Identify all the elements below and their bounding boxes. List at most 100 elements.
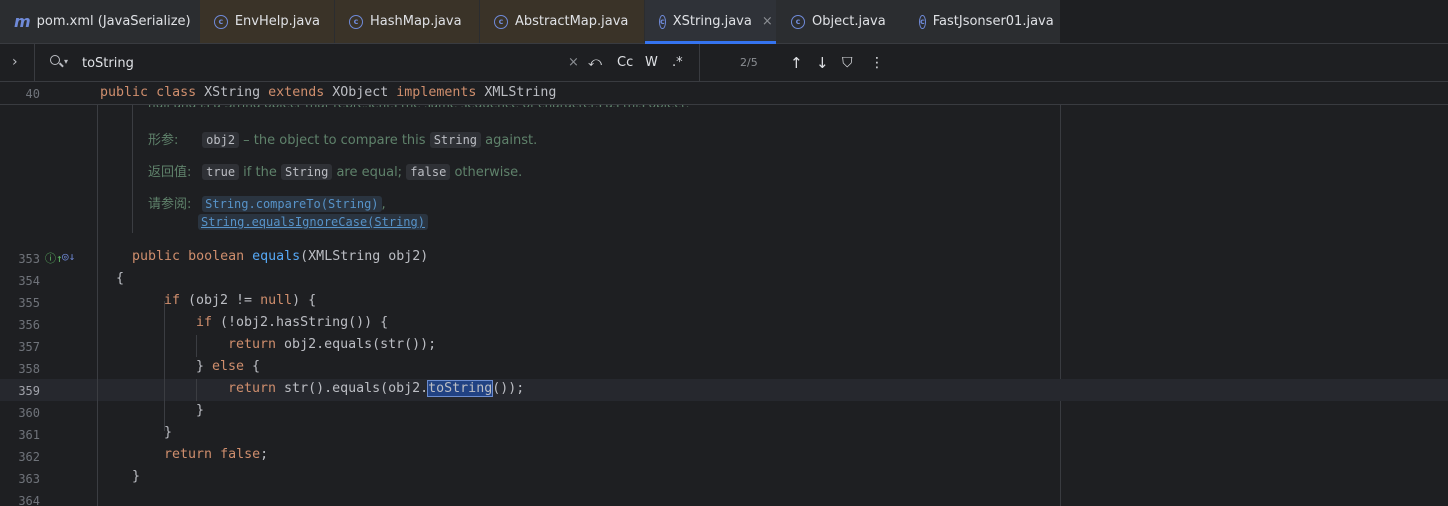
doc-param-desc-end: against. [481, 133, 538, 148]
code-text: (XMLString obj2) [300, 249, 429, 264]
previous-match-icon[interactable]: ↑ [790, 53, 803, 73]
doc-code-chip: false [406, 164, 451, 180]
sticky-scroll-line[interactable]: 40 public class XString extends XObject … [0, 83, 1448, 105]
code-text: { [244, 359, 261, 374]
doc-see-label: 请参阅: [148, 197, 192, 212]
line-number: 357 [18, 340, 40, 354]
tab-label: FastJsonser01.java [932, 14, 1054, 29]
doc-params-row: 形参: obj2 – the object to compare this St… [148, 129, 537, 148]
code-text: obj2.equals(str()); [276, 337, 437, 352]
doc-code-chip: String [429, 132, 482, 148]
keyword: class [156, 85, 197, 100]
divider [699, 44, 700, 82]
code-line: } [196, 403, 205, 418]
code-text: ; [260, 447, 269, 462]
keyword: return [164, 447, 213, 462]
doc-see-row: 请参阅: String.compareTo(String), [148, 193, 386, 212]
next-match-icon[interactable]: ↓ [816, 53, 829, 73]
class-name: XObject [332, 85, 389, 100]
line-number: 40 [25, 87, 40, 101]
tab-xstring[interactable]: c XString.java × [645, 0, 777, 44]
regex-button[interactable]: .* [672, 53, 683, 73]
tab-label: EnvHelp.java [234, 14, 320, 29]
doc-see-link[interactable]: String.compareTo(String) [202, 196, 382, 212]
class-c-icon: c [494, 14, 508, 29]
code-line: } [132, 469, 141, 484]
tab-label: pom.xml (JavaSerialize) [36, 14, 191, 29]
close-icon[interactable]: × [762, 14, 773, 29]
match-case-button[interactable]: Cc [617, 53, 633, 73]
keyword: return [228, 381, 277, 396]
keyword: boolean [188, 249, 245, 264]
code-line: if (obj2 != null) { [164, 293, 316, 308]
search-history-icon[interactable]: ⤺ [588, 53, 602, 73]
code-editor[interactable]: null and is a String object that represe… [0, 83, 1448, 506]
line-number: 363 [18, 472, 40, 486]
indent-guide [196, 379, 197, 401]
line-number: 356 [18, 318, 40, 332]
tab-hashmap[interactable]: c HashMap.java [335, 0, 480, 43]
tab-envhelp[interactable]: c EnvHelp.java [200, 0, 335, 43]
clear-search-icon[interactable]: × [568, 53, 579, 73]
class-c-icon: c [791, 14, 805, 29]
doc-see-row-2: String.equalsIgnoreCase(String) [198, 214, 428, 230]
keyword: null [260, 293, 293, 308]
search-match-highlight[interactable]: toString [427, 380, 494, 397]
keyword: extends [268, 85, 325, 100]
doc-see-link[interactable]: String.equalsIgnoreCase(String) [198, 214, 428, 230]
tab-pom-xml[interactable]: m pom.xml (JavaSerialize) [0, 0, 200, 43]
code-text: ()); [492, 381, 525, 396]
doc-text: , [381, 197, 386, 212]
doc-text: are equal; [332, 165, 407, 180]
tab-object[interactable]: c Object.java [777, 0, 905, 43]
indent-guide [164, 301, 165, 431]
whole-words-button[interactable]: W [645, 53, 658, 73]
doc-param-desc: – the object to compare this [239, 133, 430, 148]
tab-abstractmap[interactable]: c AbstractMap.java [480, 0, 645, 43]
line-number: 361 [18, 428, 40, 442]
class-name: XString [204, 85, 261, 100]
class-c-icon: c [659, 14, 666, 29]
indent-guide [97, 105, 98, 506]
doc-params-label: 形参: [148, 133, 179, 148]
code-text: ) { [292, 293, 317, 308]
right-margin-guide [1060, 83, 1061, 506]
maven-m-icon: m [14, 12, 31, 31]
doc-param-name: obj2 [202, 132, 240, 148]
code-line: public boolean equals(XMLString obj2) [132, 249, 428, 264]
filter-icon[interactable]: ⛉ [842, 53, 853, 73]
code-text: (obj2 != [180, 293, 261, 308]
code-text: str().equals(obj2. [276, 381, 429, 396]
code-line: public class XString extends XObject imp… [100, 85, 556, 100]
code-line: return obj2.equals(str()); [228, 337, 436, 352]
expand-replace-icon[interactable]: › [12, 54, 18, 70]
code-line: { [116, 271, 125, 286]
code-line: if (!obj2.hasString()) { [196, 315, 388, 330]
overridden-method-icon[interactable]: ◎↓ [62, 250, 75, 263]
method-name: equals [252, 249, 301, 264]
doc-returns-row: 返回值: true if the String are equal; false… [148, 161, 522, 180]
line-number: 359 [18, 384, 40, 398]
search-icon[interactable]: ▾ [50, 53, 70, 71]
class-c-icon: c [349, 14, 363, 29]
tab-label: Object.java [812, 14, 886, 29]
divider [34, 44, 35, 82]
more-options-icon[interactable]: ⋮ [870, 53, 884, 73]
code-line: } else { [196, 359, 260, 374]
doc-text: otherwise. [450, 165, 523, 180]
code-line: return false; [164, 447, 268, 462]
match-count: 2/5 [740, 56, 758, 69]
tab-fastjsonser01[interactable]: c FastJsonser01.java [905, 0, 1060, 43]
keyword: if [164, 293, 181, 308]
keyword: public [100, 85, 149, 100]
implements-method-icon[interactable]: ⓘ↑ [45, 250, 63, 266]
doc-returns-label: 返回值: [148, 165, 192, 180]
line-number: 362 [18, 450, 40, 464]
line-number: 360 [18, 406, 40, 420]
doc-text: if the [239, 165, 281, 180]
line-number: 353 [18, 252, 40, 266]
tab-label: XString.java [672, 14, 752, 29]
search-input[interactable] [82, 53, 562, 73]
keyword: if [196, 315, 213, 330]
doc-code-chip: String [280, 164, 333, 180]
